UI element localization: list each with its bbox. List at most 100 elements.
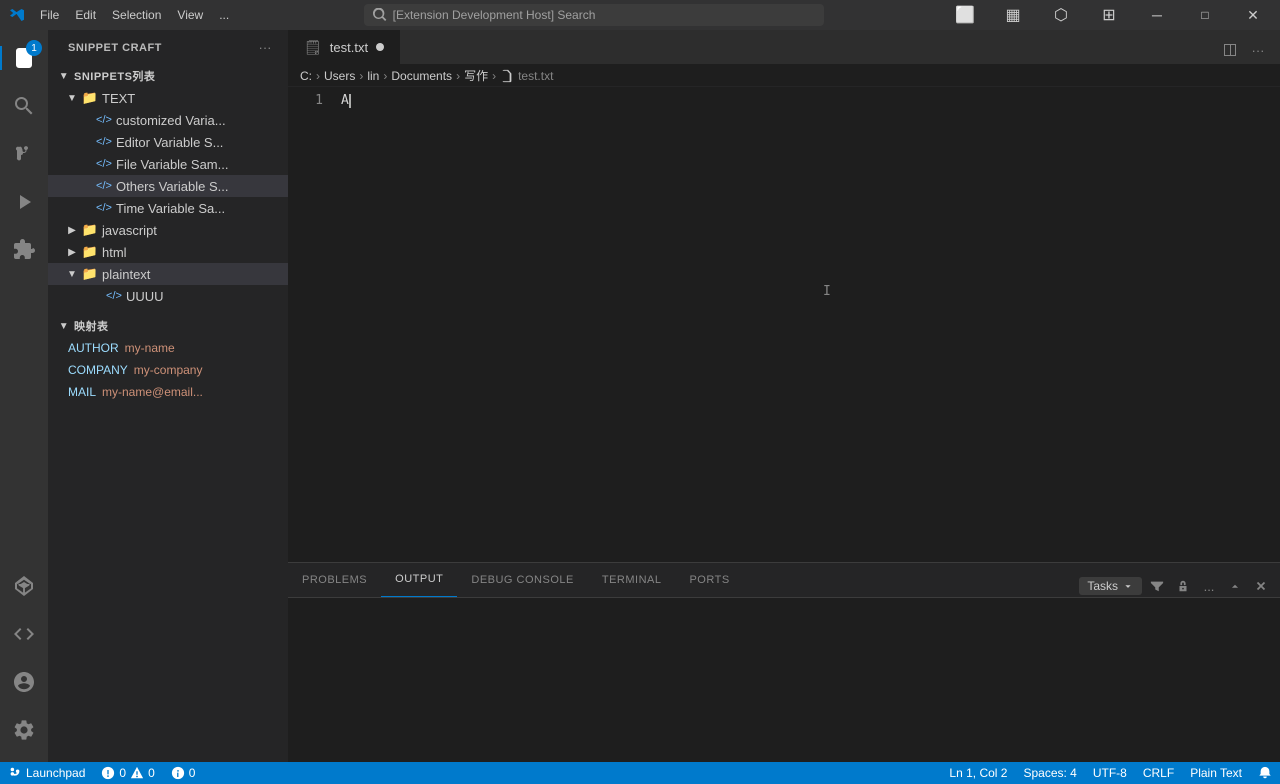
status-line-ending[interactable]: CRLF xyxy=(1135,762,1182,784)
snippet-item-file[interactable]: </> File Variable Sam... xyxy=(48,153,288,175)
panel-area: PROBLEMS OUTPUT DEBUG CONSOLE TERMINAL P… xyxy=(288,562,1280,762)
filter-button[interactable] xyxy=(1146,575,1168,597)
mapping-item-mail[interactable]: MAIL my-name@email... xyxy=(48,381,288,403)
status-language[interactable]: Plain Text xyxy=(1182,762,1250,784)
layout-toggle-1[interactable]: ⬜ xyxy=(942,0,988,30)
sidebar-title: SNIPPET CRAFT xyxy=(68,42,162,54)
folder-icon: 📁 xyxy=(82,244,98,260)
status-notifications[interactable] xyxy=(1250,762,1280,784)
source-control-icon xyxy=(12,142,36,166)
tab-modified-indicator xyxy=(376,43,384,51)
activity-item-source-control[interactable] xyxy=(0,130,48,178)
panel-tab-terminal[interactable]: TERMINAL xyxy=(588,562,676,597)
close-button[interactable]: ✕ xyxy=(1230,0,1276,30)
activity-item-account[interactable] xyxy=(0,658,48,706)
javascript-folder[interactable]: ▶ 📁 javascript xyxy=(48,219,288,241)
menu-selection[interactable]: Selection xyxy=(104,0,169,30)
mapping-section: ▼ 映射表 AUTHOR my-name COMPANY my-company … xyxy=(48,315,288,403)
split-editor-button[interactable] xyxy=(1216,36,1244,64)
layout-toggle-3[interactable]: ⬡ xyxy=(1038,0,1084,30)
html-folder-label: html xyxy=(102,245,127,260)
snippet-item-time[interactable]: </> Time Variable Sa... xyxy=(48,197,288,219)
explorer-badge: 1 xyxy=(26,40,42,56)
cursor-overlay: I xyxy=(823,282,831,301)
snippet-icon: </> xyxy=(96,178,112,194)
more-actions-button[interactable]: ··· xyxy=(1244,36,1272,64)
status-info[interactable]: 0 xyxy=(163,762,204,784)
sidebar-actions: ··· xyxy=(254,37,276,59)
run-icon xyxy=(12,190,36,214)
status-encoding[interactable]: UTF-8 xyxy=(1085,762,1135,784)
warning-icon xyxy=(130,766,144,780)
breadcrumb-users[interactable]: Users xyxy=(324,69,355,83)
snippet-item-uuuu[interactable]: </> UUUU xyxy=(48,285,288,307)
status-branch[interactable]: Launchpad xyxy=(0,762,93,784)
activity-item-explorer[interactable]: 1 xyxy=(0,34,48,82)
snippet-item-others[interactable]: </> Others Variable S... xyxy=(48,175,288,197)
snippets-section-header[interactable]: ▼ SNIPPETS列表 xyxy=(48,65,288,87)
status-bar-right: Ln 1, Col 2 Spaces: 4 UTF-8 CRLF Plain T… xyxy=(941,762,1280,784)
snippet-item-label: Editor Variable S... xyxy=(116,135,223,150)
panel-tab-ports[interactable]: PORTS xyxy=(675,562,743,597)
activity-item-search[interactable] xyxy=(0,82,48,130)
text-folder[interactable]: ▼ 📁 TEXT xyxy=(48,87,288,109)
maximize-button[interactable]: □ xyxy=(1182,0,1228,30)
code-content[interactable]: A I xyxy=(333,87,1280,562)
activity-item-extensions[interactable] xyxy=(0,226,48,274)
mapping-item-company[interactable]: COMPANY my-company xyxy=(48,359,288,381)
search-placeholder: [Extension Development Host] Search xyxy=(393,8,596,22)
branch-icon xyxy=(8,766,22,780)
mapping-item-author[interactable]: AUTHOR my-name xyxy=(48,337,288,359)
breadcrumb-lin[interactable]: lin xyxy=(367,69,379,83)
layout-toggle-4[interactable]: ⊞ xyxy=(1086,0,1132,30)
breadcrumb-writing[interactable]: 写作 xyxy=(464,67,488,84)
breadcrumb-file[interactable]: test.txt xyxy=(500,69,553,83)
panel-maximize-button[interactable] xyxy=(1224,575,1246,597)
status-errors[interactable]: 0 0 xyxy=(93,762,162,784)
breadcrumb-documents[interactable]: Documents xyxy=(391,69,452,83)
layout-toggle-2[interactable]: ▦ xyxy=(990,0,1036,30)
breadcrumb-c[interactable]: C: xyxy=(300,69,312,83)
menu-view[interactable]: View xyxy=(169,0,211,30)
javascript-folder-label: javascript xyxy=(102,223,157,238)
panel-tab-problems[interactable]: PROBLEMS xyxy=(288,562,381,597)
status-position[interactable]: Ln 1, Col 2 xyxy=(941,762,1015,784)
mapping-section-header[interactable]: ▼ 映射表 xyxy=(48,315,288,337)
output-tasks-dropdown[interactable]: Tasks xyxy=(1079,577,1142,595)
menu-edit[interactable]: Edit xyxy=(67,0,104,30)
tab-test-txt[interactable]: 🗒 test.txt xyxy=(288,30,401,64)
panel-tab-output[interactable]: OUTPUT xyxy=(381,562,457,597)
error-count: 0 xyxy=(119,766,126,780)
info-icon xyxy=(171,766,185,780)
activity-item-run[interactable] xyxy=(0,178,48,226)
activity-item-codepen[interactable] xyxy=(0,562,48,610)
chevron-down-icon: ▼ xyxy=(56,318,72,334)
code-line-1: A xyxy=(341,93,349,108)
panel-close-button[interactable] xyxy=(1250,575,1272,597)
breadcrumb: C: › Users › lin › Documents › 写作 › test… xyxy=(288,65,1280,87)
panel-more-button[interactable]: ... xyxy=(1198,575,1220,597)
panel-tabs: PROBLEMS OUTPUT DEBUG CONSOLE TERMINAL P… xyxy=(288,563,1280,598)
minimize-button[interactable]: ─ xyxy=(1134,0,1180,30)
menu-file[interactable]: File xyxy=(32,0,67,30)
file-icon xyxy=(500,69,514,83)
mapping-value: my-name@email... xyxy=(102,385,203,399)
sidebar-more-button[interactable]: ··· xyxy=(254,37,276,59)
status-spaces[interactable]: Spaces: 4 xyxy=(1015,762,1084,784)
activity-item-settings[interactable] xyxy=(0,706,48,754)
gear-icon xyxy=(12,718,36,742)
panel-tab-debug-console[interactable]: DEBUG CONSOLE xyxy=(457,562,587,597)
snippet-item-editor[interactable]: </> Editor Variable S... xyxy=(48,131,288,153)
error-icon xyxy=(101,766,115,780)
status-bar: Launchpad 0 0 0 Ln 1, Col 2 Spaces: 4 UT… xyxy=(0,762,1280,784)
lock-button[interactable] xyxy=(1172,575,1194,597)
code-editor[interactable]: 1 A I xyxy=(288,87,1280,562)
activity-item-html[interactable] xyxy=(0,610,48,658)
chevron-right-icon: ▶ xyxy=(64,222,80,238)
snippet-item-customized[interactable]: </> customized Varia... xyxy=(48,109,288,131)
html-folder[interactable]: ▶ 📁 html xyxy=(48,241,288,263)
menu-more[interactable]: ... xyxy=(211,0,237,30)
snippets-section: ▼ SNIPPETS列表 ▼ 📁 TEXT </> customized Var… xyxy=(48,65,288,307)
plaintext-folder[interactable]: ▼ 📁 plaintext xyxy=(48,263,288,285)
global-search-bar[interactable]: [Extension Development Host] Search xyxy=(364,4,824,26)
